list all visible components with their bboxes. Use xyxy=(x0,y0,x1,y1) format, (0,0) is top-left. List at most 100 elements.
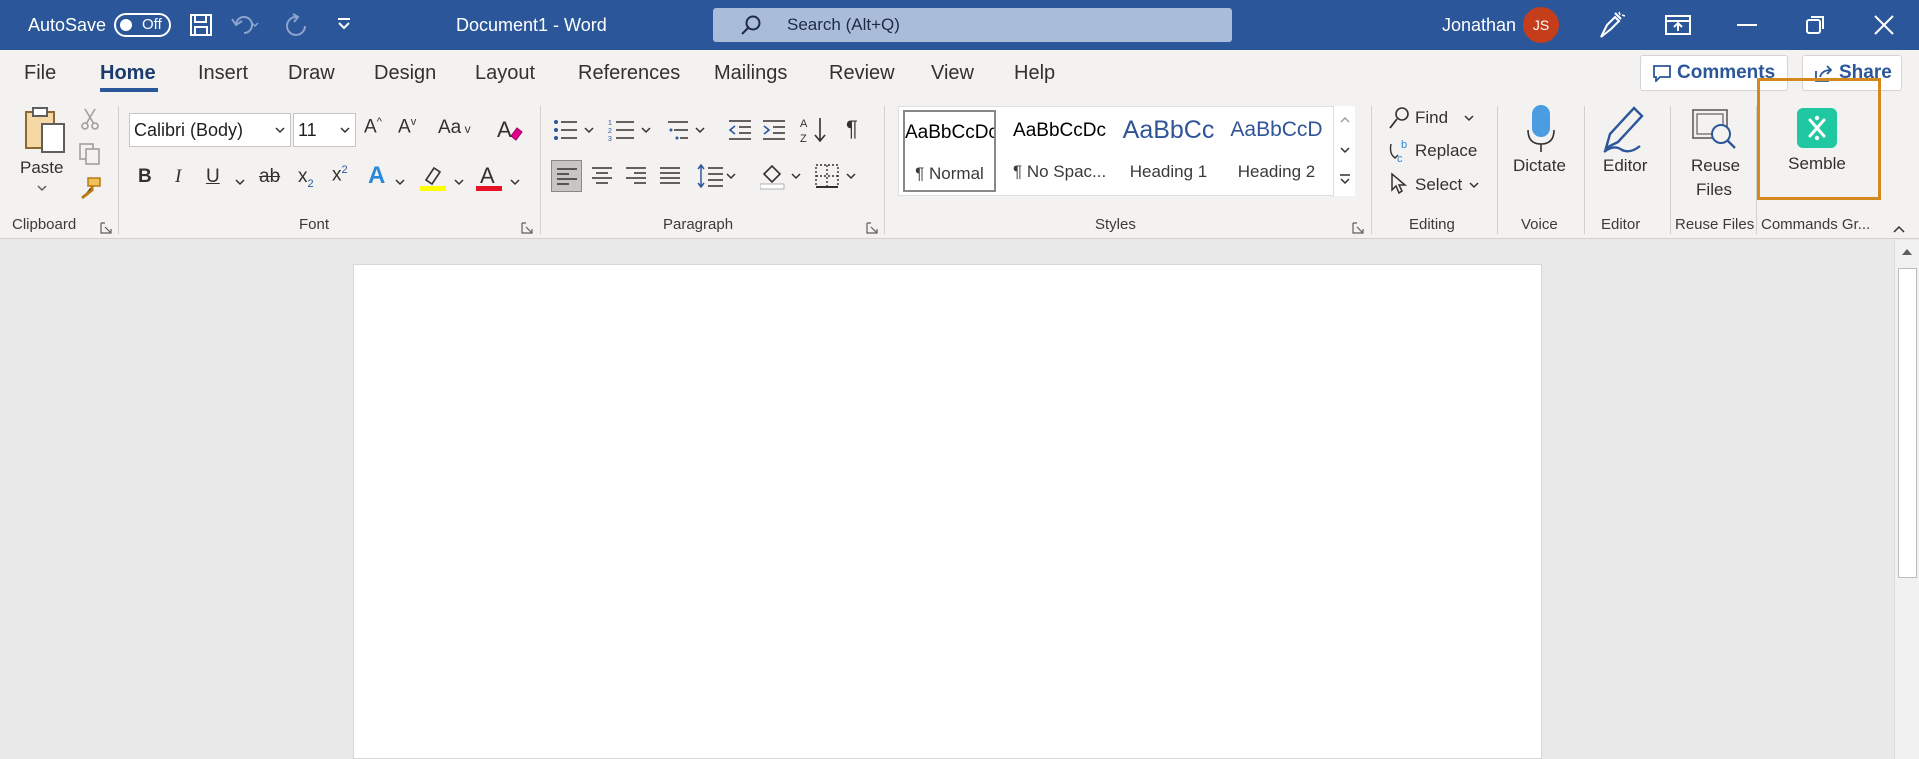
multilevel-list-icon[interactable] xyxy=(666,118,710,142)
italic-button[interactable]: I xyxy=(175,166,181,188)
styles-scroll-down-icon[interactable] xyxy=(1339,146,1351,154)
tab-help[interactable]: Help xyxy=(1014,62,1055,85)
shrink-font-button[interactable]: Av xyxy=(398,116,416,138)
change-case-button[interactable]: Aa v xyxy=(438,117,471,139)
subscript-button[interactable]: x2 xyxy=(298,166,314,190)
ribbon: Paste Clipboard Calibri (Body) 11 A^ Av … xyxy=(0,100,1919,239)
redo-icon[interactable] xyxy=(285,13,313,39)
restore-icon[interactable] xyxy=(1805,15,1825,35)
style-heading-1[interactable]: AaBbCc Heading 1 xyxy=(1122,110,1215,194)
show-formatting-marks-button[interactable]: ¶ xyxy=(846,116,858,142)
find-dropdown-icon[interactable] xyxy=(1463,114,1475,122)
highlight-dropdown-icon[interactable] xyxy=(453,178,465,186)
strikethrough-button[interactable]: ab xyxy=(259,166,280,188)
style-no-spacing[interactable]: AaBbCcDc ¶ No Spac... xyxy=(1013,110,1106,194)
tab-home[interactable]: Home xyxy=(100,62,156,85)
close-icon[interactable] xyxy=(1874,15,1894,35)
tab-references[interactable]: References xyxy=(578,62,680,85)
minimize-icon[interactable] xyxy=(1737,24,1757,26)
style-heading-2-preview: AaBbCcD xyxy=(1230,118,1323,141)
font-color-dropdown-icon[interactable] xyxy=(509,178,521,186)
editor-button[interactable]: Editor xyxy=(1603,156,1647,176)
bullets-icon[interactable] xyxy=(553,118,597,142)
tab-file[interactable]: File xyxy=(24,62,56,85)
format-painter-icon[interactable] xyxy=(78,176,102,200)
tab-layout[interactable]: Layout xyxy=(475,62,535,85)
replace-button[interactable]: Replace xyxy=(1415,141,1477,161)
clipboard-launcher-icon[interactable] xyxy=(100,222,112,234)
group-label-styles: Styles xyxy=(1095,216,1136,233)
highlight-icon[interactable] xyxy=(420,164,446,192)
microphone-icon[interactable] xyxy=(1526,104,1556,154)
autosave-toggle[interactable]: Off xyxy=(114,13,171,37)
reuse-files-icon[interactable] xyxy=(1691,108,1737,150)
style-heading-1-name: Heading 1 xyxy=(1129,162,1208,181)
font-size-combo[interactable]: 11 xyxy=(293,113,356,147)
justify-icon[interactable] xyxy=(659,166,681,186)
font-color-icon[interactable]: A xyxy=(476,164,502,192)
paragraph-launcher-icon[interactable] xyxy=(866,222,878,234)
paste-icon[interactable] xyxy=(22,106,68,154)
dictate-button[interactable]: Dictate xyxy=(1513,156,1566,176)
numbering-icon[interactable]: 123 xyxy=(608,118,654,142)
line-spacing-icon[interactable] xyxy=(697,162,739,190)
replace-icon[interactable]: bc xyxy=(1387,138,1411,164)
sort-icon[interactable]: AZ xyxy=(800,116,828,144)
select-dropdown-icon[interactable] xyxy=(1468,181,1480,189)
designer-icon[interactable] xyxy=(1597,11,1625,39)
customize-toolbar-icon[interactable] xyxy=(336,17,352,31)
tab-mailings[interactable]: Mailings xyxy=(714,62,787,85)
align-center-icon[interactable] xyxy=(591,166,613,186)
styles-scroll-up-icon[interactable] xyxy=(1339,116,1351,124)
tab-design[interactable]: Design xyxy=(374,62,436,85)
find-button[interactable]: Find xyxy=(1415,108,1448,128)
align-left-button[interactable] xyxy=(551,160,582,192)
tab-view[interactable]: View xyxy=(931,62,974,85)
editor-icon[interactable] xyxy=(1600,104,1646,154)
undo-icon[interactable] xyxy=(230,13,260,37)
ribbon-display-icon[interactable] xyxy=(1665,15,1691,35)
paste-dropdown-icon[interactable] xyxy=(36,184,48,192)
font-name-value: Calibri (Body) xyxy=(134,120,244,140)
scroll-up-icon[interactable] xyxy=(1901,248,1913,256)
collapse-ribbon-icon[interactable] xyxy=(1892,224,1906,234)
cut-icon[interactable] xyxy=(80,108,100,130)
clear-formatting-icon[interactable]: A xyxy=(496,116,524,142)
bold-button[interactable]: B xyxy=(138,166,152,188)
svg-text:A: A xyxy=(480,164,495,188)
text-effects-button[interactable]: A xyxy=(368,162,385,190)
tab-review[interactable]: Review xyxy=(829,62,895,85)
grow-font-button[interactable]: A^ xyxy=(364,116,382,138)
paste-label[interactable]: Paste xyxy=(20,158,63,178)
copy-icon[interactable] xyxy=(78,142,102,166)
reuse-files-line2[interactable]: Files xyxy=(1691,180,1737,200)
search-box[interactable]: Search (Alt+Q) xyxy=(713,8,1232,42)
scrollbar-thumb[interactable] xyxy=(1898,268,1917,578)
align-right-icon[interactable] xyxy=(625,166,647,186)
superscript-button[interactable]: x2 xyxy=(332,164,348,186)
user-name[interactable]: Jonathan xyxy=(1442,0,1516,50)
document-page[interactable] xyxy=(353,264,1542,759)
borders-icon[interactable] xyxy=(815,163,861,189)
styles-launcher-icon[interactable] xyxy=(1352,222,1364,234)
avatar[interactable]: JS xyxy=(1523,7,1559,43)
decrease-indent-icon[interactable] xyxy=(727,118,753,142)
underline-button[interactable]: U xyxy=(206,166,220,188)
tab-draw[interactable]: Draw xyxy=(288,62,335,85)
tab-insert[interactable]: Insert xyxy=(198,62,248,85)
select-icon[interactable] xyxy=(1389,172,1409,196)
font-name-combo[interactable]: Calibri (Body) xyxy=(129,113,291,147)
reuse-files-line1[interactable]: Reuse xyxy=(1691,156,1740,176)
styles-more-icon[interactable] xyxy=(1339,174,1351,186)
style-heading-2[interactable]: AaBbCcD Heading 2 xyxy=(1230,110,1323,194)
shading-icon[interactable] xyxy=(760,162,806,190)
underline-dropdown-icon[interactable] xyxy=(234,178,246,186)
vertical-scrollbar[interactable] xyxy=(1894,240,1919,759)
text-effects-dropdown-icon[interactable] xyxy=(394,178,406,186)
increase-indent-icon[interactable] xyxy=(761,118,787,142)
style-normal[interactable]: AaBbCcDc ¶ Normal xyxy=(903,110,996,192)
select-button[interactable]: Select xyxy=(1415,175,1462,195)
find-icon[interactable] xyxy=(1388,106,1410,132)
save-icon[interactable] xyxy=(189,13,213,37)
font-launcher-icon[interactable] xyxy=(521,222,533,234)
